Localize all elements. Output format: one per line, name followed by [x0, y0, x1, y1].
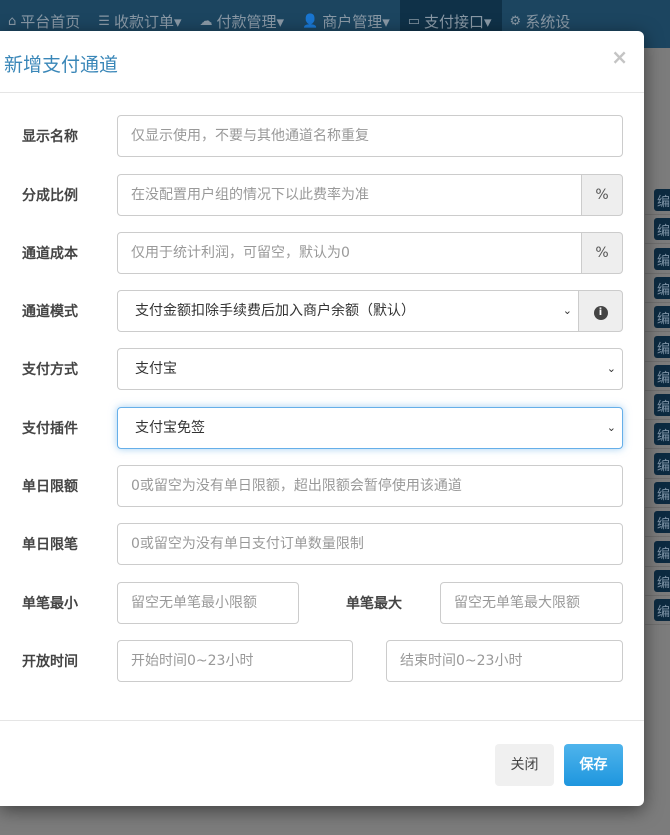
row-type: 支付方式 支付宝 ⌄: [0, 348, 644, 390]
label-min: 单笔最小: [22, 596, 78, 612]
min-input[interactable]: 留空无单笔最小限额: [117, 582, 299, 624]
table-row-divider: [645, 214, 670, 215]
gear-icon: ⚙: [509, 13, 522, 29]
modal-footer: 关闭 保存: [0, 720, 644, 806]
cost-input[interactable]: 仅用于统计利润，可留空，默认为0: [117, 232, 582, 274]
modal-title: 新增支付通道: [4, 54, 119, 76]
table-row-divider: [645, 536, 670, 538]
close-button[interactable]: 关闭: [495, 744, 554, 786]
table-row-divider: [645, 448, 670, 450]
row-time: 开放时间 开始时间0~23小时 结束时间0~23小时: [0, 640, 644, 682]
nav-label: 平台首页: [20, 12, 81, 31]
add-channel-modal: 新增支付通道 × 显示名称 仅显示使用，不要与其他通道名称重复 分成比例 在没配…: [0, 31, 644, 806]
list-icon: ☰: [98, 13, 110, 29]
row-minmax: 单笔最小 留空无单笔最小限额 单笔最大 留空无单笔最大限额: [0, 582, 644, 624]
label-name: 显示名称: [22, 129, 78, 145]
label-type: 支付方式: [22, 362, 78, 378]
edit-button: 编: [654, 423, 670, 446]
save-button[interactable]: 保存: [564, 744, 623, 786]
edit-button: 编: [654, 569, 670, 592]
edit-button: 编: [654, 511, 670, 534]
modal-header: 新增支付通道 ×: [0, 31, 644, 93]
nav-label: 系统设: [525, 12, 571, 31]
label-time: 开放时间: [22, 654, 78, 670]
edit-button: 编: [654, 306, 670, 329]
day-limit-input[interactable]: 0或留空为没有单日限额，超出限额会暂停使用该通道: [117, 465, 623, 507]
row-mode: 通道模式 支付金额扣除手续费后加入商户余额（默认） ⌄ i: [0, 290, 644, 332]
percent-addon: %: [581, 174, 623, 216]
label-daylimit: 单日限额: [22, 479, 78, 495]
user-icon: 👤: [302, 13, 319, 29]
table-row-divider: [645, 301, 670, 303]
chevron-down-icon: ⌄: [606, 421, 616, 434]
table-row-divider: [645, 360, 670, 362]
edit-button: 编: [654, 335, 670, 358]
edit-button: 编: [654, 599, 670, 622]
edit-button: 编: [654, 452, 670, 475]
start-time-input[interactable]: 开始时间0~23小时: [117, 640, 353, 682]
row-daycount: 单日限笔 0或留空为没有单日支付订单数量限制: [0, 523, 644, 565]
row-plugin: 支付插件 支付宝免签 ⌄: [0, 407, 644, 449]
mode-value: 支付金额扣除手续费后加入商户余额（默认）: [135, 303, 415, 319]
plugin-value: 支付宝免签: [135, 420, 205, 436]
edit-button: 编: [654, 247, 670, 270]
end-time-input[interactable]: 结束时间0~23小时: [386, 640, 623, 682]
label-mode: 通道模式: [22, 304, 78, 320]
table-row-divider: [645, 243, 670, 245]
table-row-divider: [645, 331, 670, 333]
pay-type-select[interactable]: 支付宝 ⌄: [117, 348, 623, 390]
label-rate: 分成比例: [22, 188, 78, 204]
info-icon[interactable]: i: [578, 290, 623, 332]
edit-button: 编: [654, 394, 670, 417]
row-rate: 分成比例 在没配置用户组的情况下以此费率为准 %: [0, 174, 644, 216]
table-row-divider: [645, 477, 670, 479]
row-name: 显示名称 仅显示使用，不要与其他通道名称重复: [0, 115, 644, 157]
table-row-divider: [645, 565, 670, 567]
chevron-down-icon: ⌄: [606, 362, 616, 375]
edit-button: 编: [654, 482, 670, 504]
mode-select[interactable]: 支付金额扣除手续费后加入商户余额（默认） ⌄: [117, 290, 579, 332]
home-icon: ⌂: [8, 13, 17, 29]
edit-button: 编: [654, 540, 670, 563]
table-row-divider: [645, 594, 670, 596]
edit-button: 编: [654, 189, 670, 211]
percent-addon: %: [581, 232, 623, 274]
type-value: 支付宝: [135, 361, 177, 377]
close-icon[interactable]: ×: [611, 45, 628, 69]
label-daycount: 单日限笔: [22, 537, 78, 553]
edit-button: 编: [654, 276, 670, 299]
rate-input[interactable]: 在没配置用户组的情况下以此费率为准: [117, 174, 582, 216]
nav-label: 支付接口▾: [424, 12, 492, 31]
row-daylimit: 单日限额 0或留空为没有单日限额，超出限额会暂停使用该通道: [0, 465, 644, 507]
table-row-divider: [645, 272, 670, 274]
edit-button: 编: [654, 218, 670, 241]
day-count-input[interactable]: 0或留空为没有单日支付订单数量限制: [117, 523, 623, 565]
plugin-select[interactable]: 支付宝免签 ⌄: [117, 407, 623, 449]
row-cost: 通道成本 仅用于统计利润，可留空，默认为0 %: [0, 232, 644, 274]
label-plugin: 支付插件: [22, 421, 78, 437]
table-row-divider: [645, 507, 670, 508]
cloud-icon: ☁: [199, 13, 213, 29]
nav-label: 付款管理▾: [216, 12, 284, 31]
table-row-divider: [645, 419, 670, 421]
name-input[interactable]: 仅显示使用，不要与其他通道名称重复: [117, 115, 623, 157]
edit-button: 编: [654, 364, 670, 387]
max-input[interactable]: 留空无单笔最大限额: [440, 582, 623, 624]
card-icon: ▭: [407, 13, 421, 29]
nav-label: 收款订单▾: [113, 12, 182, 31]
table-row-divider: [645, 389, 670, 391]
table-row-divider: [645, 624, 670, 626]
chevron-down-icon: ⌄: [562, 304, 572, 317]
label-cost: 通道成本: [22, 246, 78, 262]
label-max: 单笔最大: [346, 596, 402, 612]
nav-label: 商户管理▾: [322, 12, 390, 31]
